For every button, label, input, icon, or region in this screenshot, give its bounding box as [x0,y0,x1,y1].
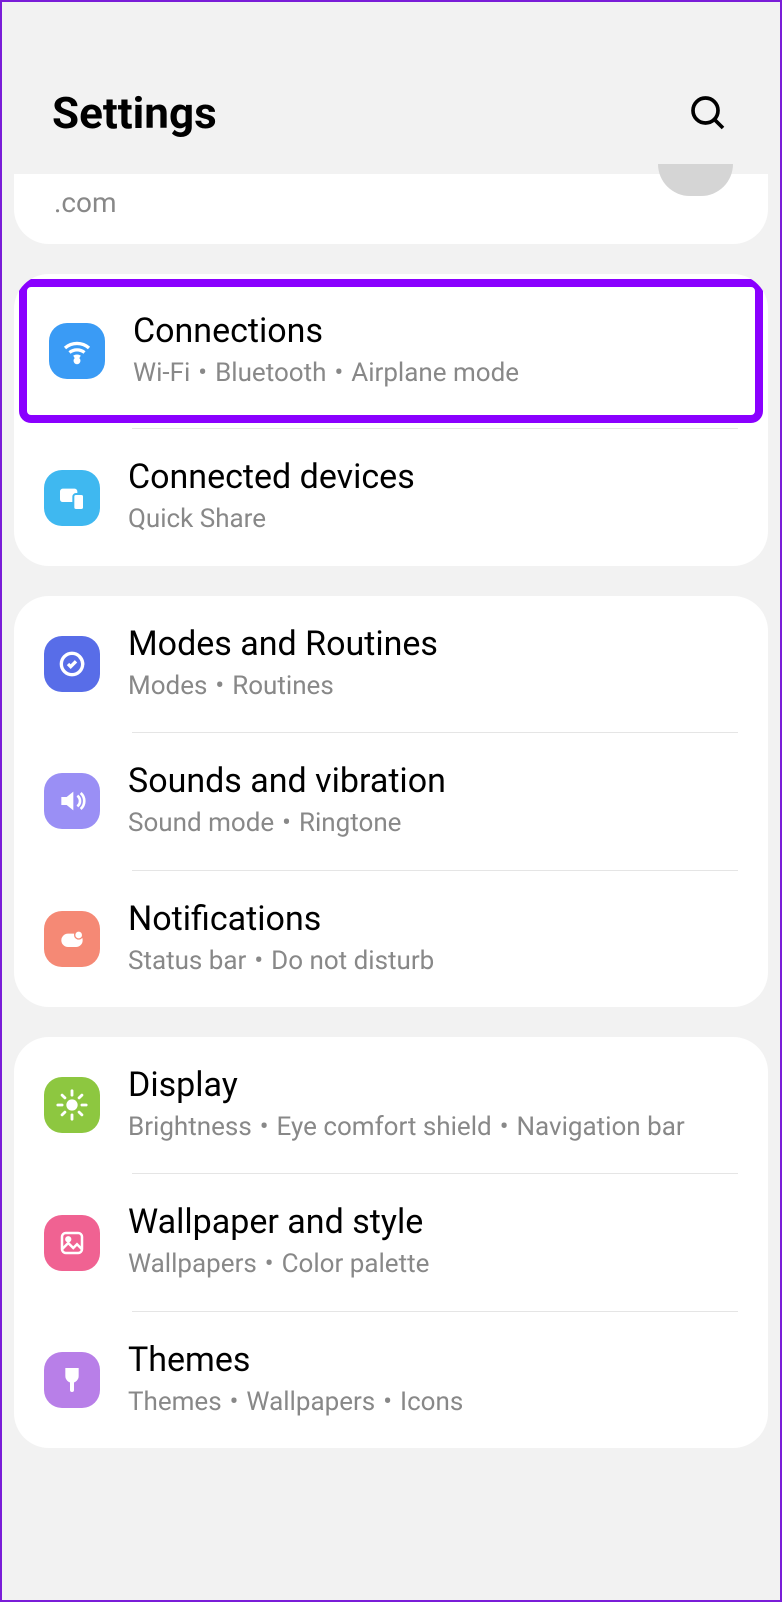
account-text-fragment: .com [54,186,117,219]
subtitle-part: Brightness [128,1112,252,1142]
setting-row-wallpaper-and-style[interactable]: Wallpaper and style Wallpapers•Color pale… [14,1174,768,1310]
routine-icon [44,636,100,692]
separator-dot: • [274,808,299,838]
setting-subtitle: Modes•Routines [128,668,738,704]
notifications-icon [44,911,100,967]
setting-title: Display [128,1065,738,1105]
subtitle-part: Color palette [282,1249,430,1279]
subtitle-part: Quick Share [128,504,266,534]
account-card-partial[interactable]: .com [14,174,768,244]
setting-text: DisplayBrightness•Eye comfort shield•Nav… [128,1065,738,1145]
setting-text: Sounds and vibration Sound mode•Ringtone [128,761,738,841]
subtitle-part: Eye comfort shield [277,1112,492,1142]
setting-subtitle: Themes•Wallpapers•Icons [128,1384,738,1420]
subtitle-part: Wallpapers [246,1387,375,1417]
setting-text: Wallpaper and style Wallpapers•Color pale… [128,1202,738,1282]
avatar [658,164,733,196]
setting-subtitle: Quick Share [128,501,738,537]
subtitle-part: Navigation bar [516,1112,684,1142]
subtitle-part: Modes [128,671,207,701]
setting-subtitle: Brightness•Eye comfort shield•Navigation… [128,1109,738,1145]
devices-icon [44,470,100,526]
setting-subtitle: Wallpapers•Color palette [128,1246,738,1282]
display-icon [44,1077,100,1133]
separator-dot: • [492,1112,517,1142]
setting-title: Sounds and vibration [128,761,738,801]
page-title: Settings [52,87,217,139]
subtitle-part: Status bar [128,946,246,976]
subtitle-part: Routines [232,671,334,701]
themes-icon [44,1352,100,1408]
subtitle-part: Sound mode [128,808,274,838]
separator-dot: • [222,1387,247,1417]
subtitle-part: Do not disturb [271,946,434,976]
separator-dot: • [246,946,271,976]
setting-title: Connections [133,311,733,351]
separator-dot: • [375,1387,400,1417]
setting-title: Modes and Routines [128,624,738,664]
separator-dot: • [257,1249,282,1279]
setting-row-display[interactable]: DisplayBrightness•Eye comfort shield•Nav… [14,1037,768,1173]
subtitle-part: Airplane mode [351,358,519,388]
wifi-icon [49,323,105,379]
subtitle-part: Wi-Fi [133,358,190,388]
setting-row-themes[interactable]: ThemesThemes•Wallpapers•Icons [14,1312,768,1448]
separator-dot: • [326,358,351,388]
search-button[interactable] [686,91,730,135]
setting-text: Modes and Routines Modes•Routines [128,624,738,704]
wallpaper-icon [44,1215,100,1271]
subtitle-part: Icons [400,1387,463,1417]
separator-dot: • [252,1112,277,1142]
setting-title: Wallpaper and style [128,1202,738,1242]
setting-subtitle: Wi-Fi•Bluetooth•Airplane mode [133,355,733,391]
setting-row-connections[interactable]: ConnectionsWi-Fi•Bluetooth•Airplane mode [19,279,763,423]
setting-title: Themes [128,1340,738,1380]
settings-group: Modes and RoutinesModes•RoutinesSounds a… [14,596,768,1007]
subtitle-part: Bluetooth [215,358,326,388]
setting-subtitle: Sound mode•Ringtone [128,805,738,841]
settings-group: ConnectionsWi-Fi•Bluetooth•Airplane mode… [14,274,768,566]
header: Settings [2,2,780,174]
setting-row-notifications[interactable]: Notifications Status bar•Do not disturb [14,871,768,1007]
setting-title: Notifications [128,899,738,939]
separator-dot: • [207,671,232,701]
sound-icon [44,773,100,829]
setting-row-modes-and-routines[interactable]: Modes and Routines Modes•Routines [14,596,768,732]
separator-dot: • [190,358,215,388]
setting-title: Connected devices [128,457,738,497]
setting-row-sounds-and-vibration[interactable]: Sounds and vibration Sound mode•Ringtone [14,733,768,869]
setting-text: ThemesThemes•Wallpapers•Icons [128,1340,738,1420]
subtitle-part: Wallpapers [128,1249,257,1279]
setting-text: ConnectionsWi-Fi•Bluetooth•Airplane mode [133,311,733,391]
setting-text: Notifications Status bar•Do not disturb [128,899,738,979]
settings-group: DisplayBrightness•Eye comfort shield•Nav… [14,1037,768,1448]
subtitle-part: Themes [128,1387,222,1417]
setting-text: Connected devices Quick Share [128,457,738,537]
search-icon [688,93,728,133]
setting-subtitle: Status bar•Do not disturb [128,943,738,979]
setting-row-connected-devices[interactable]: Connected devices Quick Share [14,429,768,565]
subtitle-part: Ringtone [299,808,402,838]
